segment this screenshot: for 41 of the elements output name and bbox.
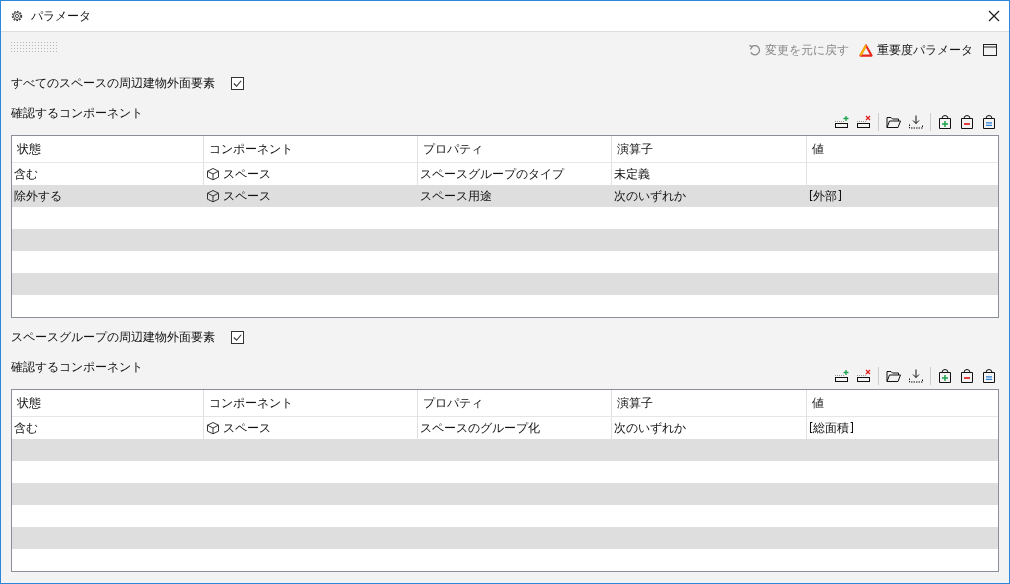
cube-icon — [206, 421, 220, 435]
column-header[interactable]: 値 — [807, 390, 998, 416]
close-icon[interactable] — [988, 10, 1000, 22]
section-subtitle: 確認するコンポーネント — [11, 360, 143, 375]
remove-set-icon[interactable] — [959, 367, 975, 384]
column-header[interactable]: プロパティ — [418, 136, 612, 162]
checkbox[interactable] — [231, 76, 244, 90]
download-icon[interactable] — [908, 367, 924, 384]
add-set-icon[interactable] — [937, 113, 953, 130]
window-layout-icon[interactable] — [983, 43, 997, 57]
delete-row-icon[interactable] — [856, 367, 872, 384]
importance-button[interactable]: 重要度パラメータ — [855, 42, 977, 58]
undo-icon — [748, 43, 761, 57]
cube-icon — [206, 167, 220, 181]
checkbox-label: すべてのスペースの周辺建物外面要素 — [11, 75, 215, 91]
column-header[interactable]: コンポーネント — [204, 390, 418, 416]
column-header[interactable]: 状態 — [12, 390, 204, 416]
delete-row-icon[interactable] — [856, 113, 872, 130]
column-header[interactable]: 演算子 — [612, 136, 807, 162]
column-header[interactable]: 値 — [807, 136, 998, 162]
add-row-icon[interactable] — [834, 367, 850, 384]
download-icon[interactable] — [908, 113, 924, 130]
column-header[interactable]: コンポーネント — [204, 136, 418, 162]
column-header[interactable]: 演算子 — [612, 390, 807, 416]
equal-set-icon[interactable] — [981, 367, 997, 384]
add-row-icon[interactable] — [834, 113, 850, 130]
settings-icon — [10, 9, 24, 23]
column-header[interactable]: プロパティ — [418, 390, 612, 416]
equal-set-icon[interactable] — [981, 113, 997, 130]
section-subtitle: 確認するコンポーネント — [11, 106, 143, 121]
checkbox-label: スペースグループの周辺建物外面要素 — [11, 329, 215, 345]
cell-text: スペース — [223, 166, 271, 182]
remove-set-icon[interactable] — [959, 113, 975, 130]
cell-text: スペース — [223, 420, 271, 436]
window-title: パラメータ — [31, 7, 91, 25]
cube-icon — [206, 189, 220, 203]
checkbox[interactable] — [231, 330, 244, 344]
cell-text: スペース — [223, 188, 271, 204]
column-header[interactable]: 状態 — [12, 136, 204, 162]
add-set-icon[interactable] — [937, 367, 953, 384]
warning-triangle-icon — [859, 43, 873, 57]
